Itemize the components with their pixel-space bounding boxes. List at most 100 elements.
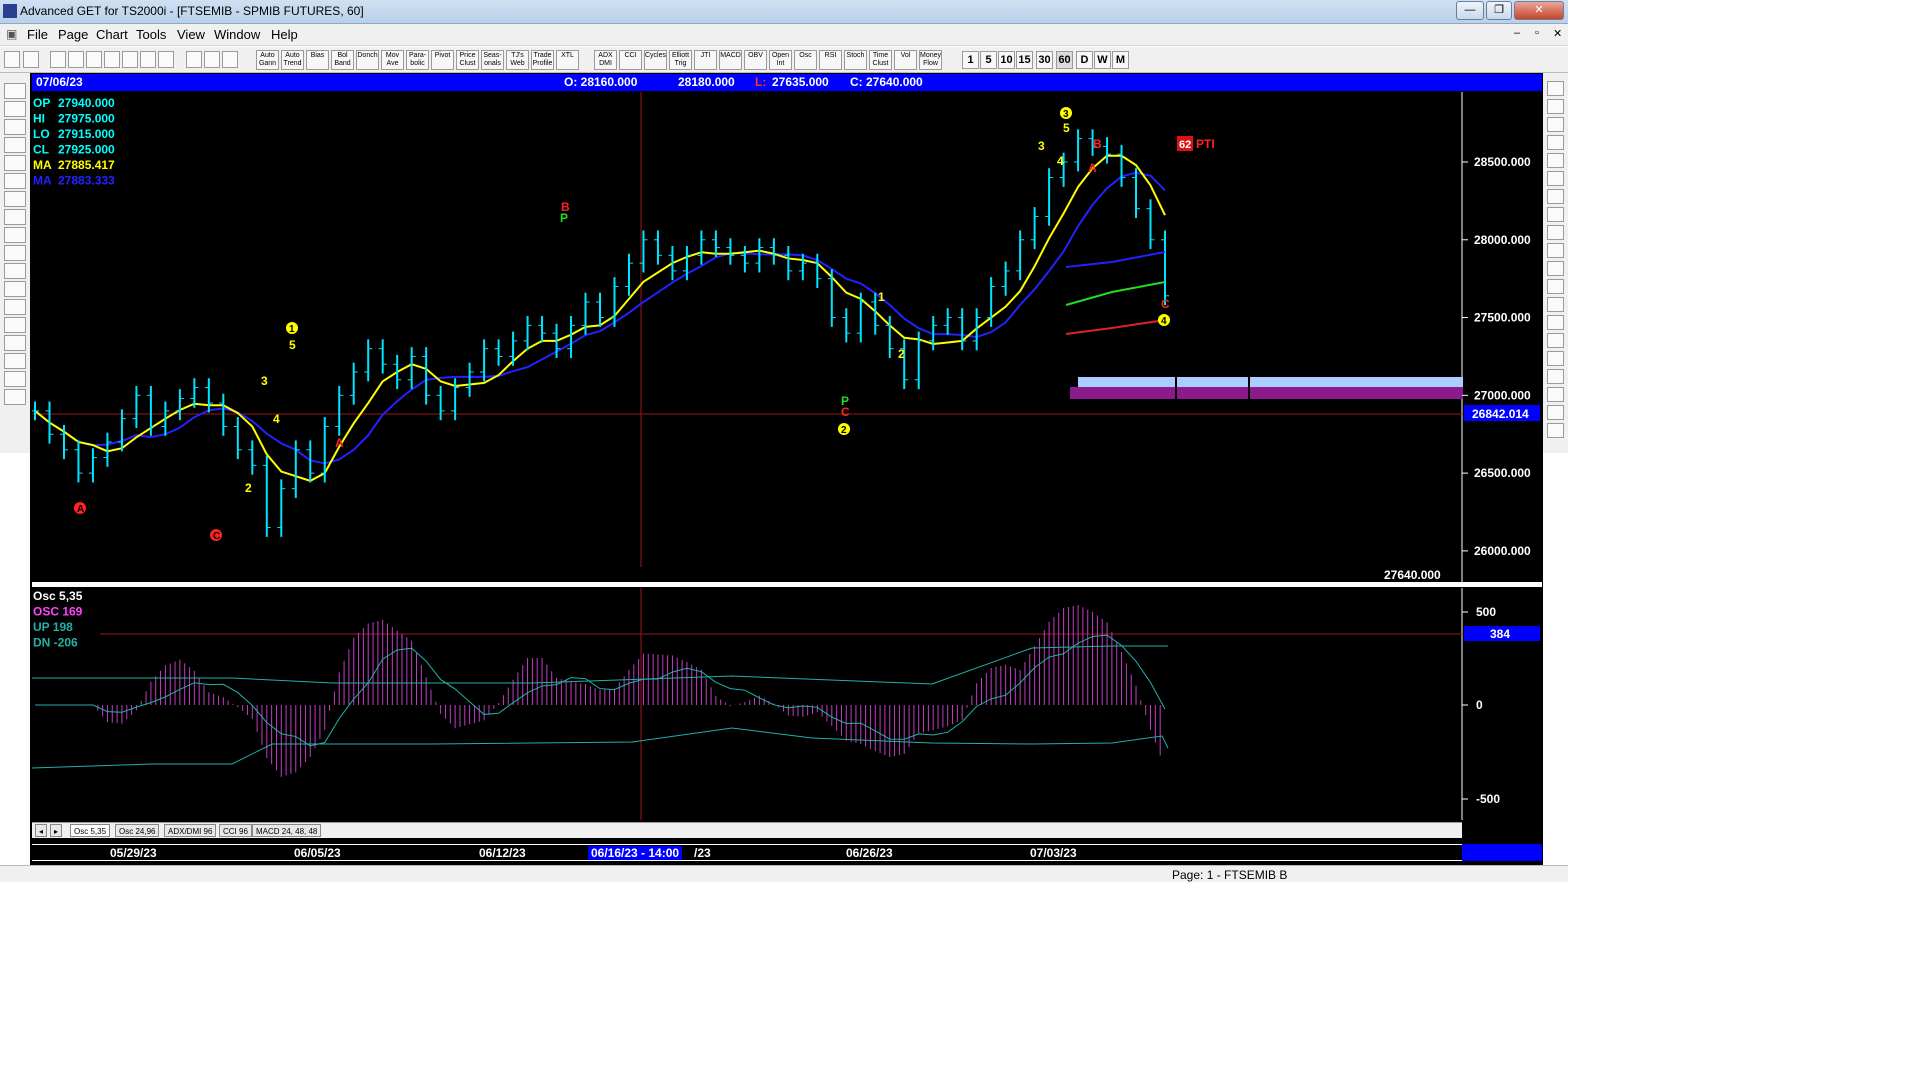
new-icon[interactable]	[50, 51, 66, 68]
close-button[interactable]: ✕	[1514, 1, 1564, 20]
back-icon[interactable]	[86, 51, 102, 68]
study-button[interactable]: Money Flow	[919, 50, 942, 70]
timeframe-button[interactable]: 5	[980, 51, 997, 69]
menu-chart[interactable]: Chart	[96, 27, 128, 42]
open-icon[interactable]	[68, 51, 84, 68]
drawing-tool-icon[interactable]	[4, 389, 26, 405]
study-button[interactable]: Bias	[306, 50, 329, 70]
study-button[interactable]: XTL	[556, 50, 579, 70]
study-tool-icon[interactable]	[1547, 135, 1564, 150]
drawing-tool-icon[interactable]	[4, 227, 26, 243]
document-icon[interactable]: ▣	[6, 27, 17, 41]
study-tool-icon[interactable]	[1547, 423, 1564, 438]
study-button[interactable]: Para- bolic	[406, 50, 429, 70]
pin-icon[interactable]	[4, 51, 20, 68]
study-tool-icon[interactable]	[1547, 315, 1564, 330]
study-button[interactable]: Osc	[794, 50, 817, 70]
study-button[interactable]: Trade Profile	[531, 50, 554, 70]
oscillator-panel[interactable]: Osc 5,35 OSC 169UP 198 DN -206 500 0 -500 38…	[32, 588, 1542, 820]
mdi-minimize-button[interactable]: –	[1514, 27, 1520, 39]
study-button[interactable]: Open Int	[769, 50, 792, 70]
restore-button[interactable]: ❐	[1486, 1, 1512, 20]
study-tool-icon[interactable]	[1547, 387, 1564, 402]
study-button[interactable]: Mov Ave	[381, 50, 404, 70]
drawing-tool-icon[interactable]	[4, 137, 26, 153]
tip-icon[interactable]	[204, 51, 220, 68]
study-tool-icon[interactable]	[1547, 153, 1564, 168]
study-tool-icon[interactable]	[1547, 279, 1564, 294]
menu-tools[interactable]: Tools	[136, 27, 166, 42]
study-tool-icon[interactable]	[1547, 117, 1564, 132]
study-tool-icon[interactable]	[1547, 81, 1564, 96]
drawing-tool-icon[interactable]	[4, 119, 26, 135]
study-button[interactable]: Bol Band	[331, 50, 354, 70]
menu-file[interactable]: File	[27, 27, 48, 42]
study-tool-icon[interactable]	[1547, 261, 1564, 276]
price-chart[interactable]: AC15342ABPPC2123354BAC4 OP 27940.000HI 279…	[32, 92, 1542, 582]
tab-macd[interactable]: MACD 24, 48, 48	[252, 824, 322, 837]
study-button[interactable]: CCI	[619, 50, 642, 70]
study-button[interactable]: OBV	[744, 50, 767, 70]
quote-icon[interactable]	[23, 51, 39, 68]
study-button[interactable]: TJ's Web	[506, 50, 529, 70]
help-icon[interactable]	[222, 51, 238, 68]
study-button[interactable]: Time Clust	[869, 50, 892, 70]
drawing-tool-icon[interactable]	[4, 353, 26, 369]
timeframe-button[interactable]: 30	[1036, 51, 1053, 69]
drawing-tool-icon[interactable]	[4, 155, 26, 171]
timeframe-button[interactable]: 60	[1056, 51, 1073, 69]
menu-help[interactable]: Help	[271, 27, 298, 42]
timeframe-button[interactable]: W	[1094, 51, 1111, 69]
timeframe-button[interactable]: 15	[1016, 51, 1033, 69]
study-button[interactable]: Donch	[356, 50, 379, 70]
study-button[interactable]: Auto Gann	[256, 50, 279, 70]
print-icon[interactable]	[186, 51, 202, 68]
tab-osc-24-96[interactable]: Osc 24,96	[115, 824, 160, 837]
study-button[interactable]: Seas- onals	[481, 50, 504, 70]
timeframe-button[interactable]: 10	[998, 51, 1015, 69]
study-button[interactable]: JTI	[694, 50, 717, 70]
mdi-restore-button[interactable]: ▫	[1535, 27, 1539, 39]
minimize-button[interactable]: —	[1456, 1, 1484, 20]
menu-page[interactable]: Page	[58, 27, 88, 42]
drawing-tool-icon[interactable]	[4, 317, 26, 333]
tab-adx-dmi[interactable]: ADX/DMI 96	[164, 824, 217, 837]
study-tool-icon[interactable]	[1547, 189, 1564, 204]
study-button[interactable]: MACD	[719, 50, 742, 70]
study-tool-icon[interactable]	[1547, 351, 1564, 366]
study-button[interactable]: Pivot	[431, 50, 454, 70]
tab-scroll-left[interactable]: ◂	[35, 824, 47, 837]
drawing-tool-icon[interactable]	[4, 191, 26, 207]
drawing-tool-icon[interactable]	[4, 245, 26, 261]
study-tool-icon[interactable]	[1547, 225, 1564, 240]
drawing-tool-icon[interactable]	[4, 281, 26, 297]
tab-osc-5-35[interactable]: Osc 5,35	[70, 824, 111, 837]
study-button[interactable]: ADX DMI	[594, 50, 617, 70]
study-button[interactable]: RSI	[819, 50, 842, 70]
study-tool-icon[interactable]	[1547, 333, 1564, 348]
study-tool-icon[interactable]	[1547, 405, 1564, 420]
timeframe-button[interactable]: M	[1112, 51, 1129, 69]
study-button[interactable]: Cycles	[644, 50, 667, 70]
menu-window[interactable]: Window	[214, 27, 260, 42]
study-tool-icon[interactable]	[1547, 171, 1564, 186]
tab-cci[interactable]: CCI 96	[219, 824, 252, 837]
drawing-tool-icon[interactable]	[4, 371, 26, 387]
study-tool-icon[interactable]	[1547, 297, 1564, 312]
tab-scroll-right[interactable]: ▸	[50, 824, 62, 837]
study-button[interactable]: Price Clust	[456, 50, 479, 70]
study-tool-icon[interactable]	[1547, 99, 1564, 114]
study-button[interactable]: Elliott Trig	[669, 50, 692, 70]
window-icon[interactable]	[158, 51, 174, 68]
study-button[interactable]: Stoch	[844, 50, 867, 70]
forward-icon[interactable]	[104, 51, 120, 68]
study-tool-icon[interactable]	[1547, 207, 1564, 222]
drawing-tool-icon[interactable]	[4, 209, 26, 225]
drawing-tool-icon[interactable]	[4, 299, 26, 315]
study-button[interactable]: Auto Trend	[281, 50, 304, 70]
timeframe-button[interactable]: D	[1076, 51, 1093, 69]
mdi-close-button[interactable]: ✕	[1553, 27, 1562, 40]
drawing-tool-icon[interactable]	[4, 335, 26, 351]
cut-icon[interactable]	[140, 51, 156, 68]
timeframe-button[interactable]: 1	[962, 51, 979, 69]
